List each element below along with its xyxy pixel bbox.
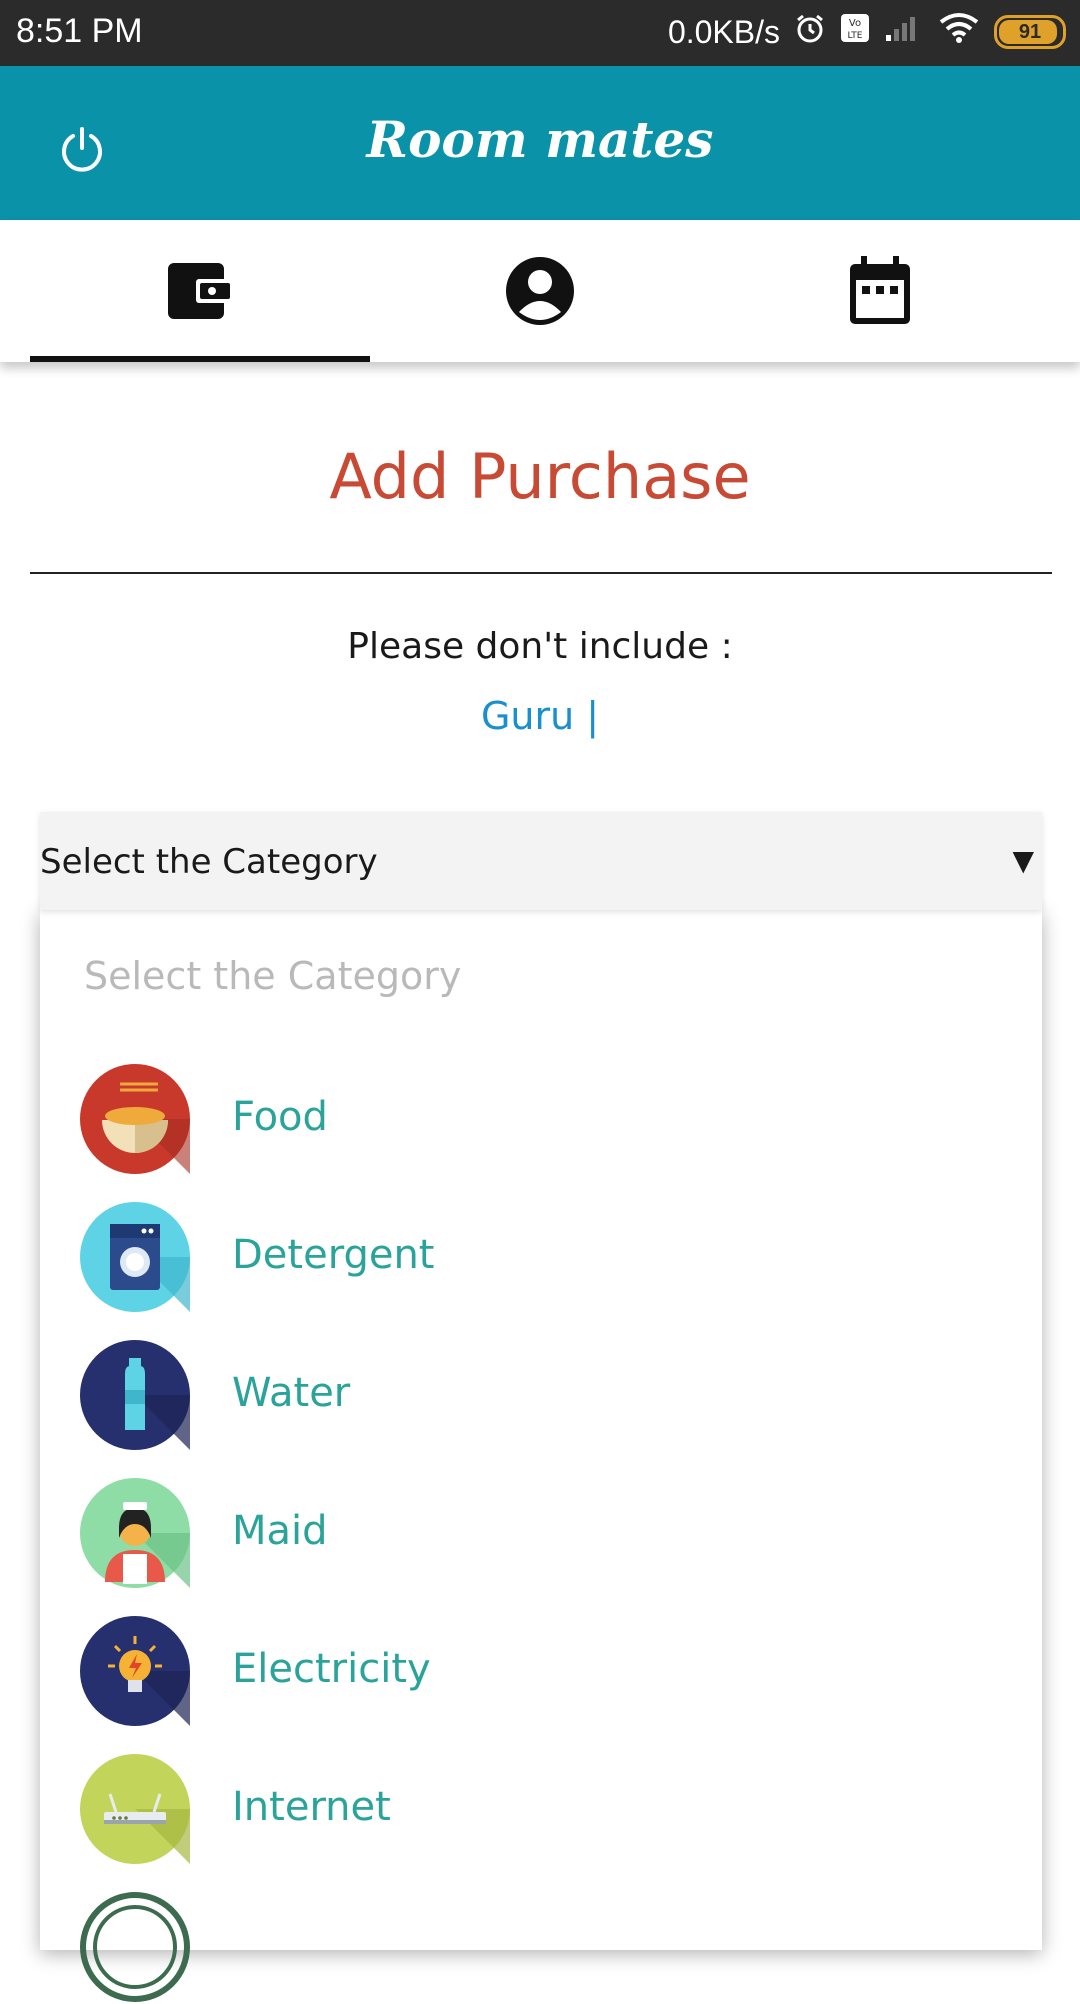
category-option-label: Internet [232,1784,391,1830]
category-option-maid[interactable]: Maid [40,1470,1042,1590]
tab-indicator [30,356,370,362]
category-select[interactable]: Select the Category ▼ [40,812,1042,910]
category-option-internet[interactable]: Internet [40,1746,1042,1866]
dropdown-placeholder[interactable]: Select the Category [84,954,461,998]
category-option-electricity[interactable]: Electricity [40,1608,1042,1728]
tab-calendar[interactable] [710,220,1050,362]
washing-machine-icon [80,1202,190,1312]
light-bulb-icon [80,1616,190,1726]
excluded-members[interactable]: Guru | [0,694,1080,738]
food-bowl-icon [80,1064,190,1174]
category-option-label: Electricity [232,1646,431,1692]
category-option-label: Detergent [232,1232,435,1278]
alarm-icon [794,12,826,52]
app-bar: Room mates [0,66,1080,220]
divider [30,572,1052,574]
battery-level: 91 [1018,20,1042,43]
category-select-value: Select the Category [40,842,378,882]
wifi-icon [938,12,980,52]
category-dropdown: Select the Category Food Detergent Water… [40,910,1042,2002]
router-icon [80,1754,190,1864]
volte-icon: Vo LTE [840,13,870,51]
category-option-water[interactable]: Water [40,1332,1042,1452]
calendar-icon [850,256,910,324]
svg-text:Vo: Vo [849,18,861,29]
category-option-label: Maid [232,1508,328,1554]
chevron-down-icon: ▼ [1012,844,1034,877]
signal-icon [884,13,924,51]
category-option-detergent[interactable]: Detergent [40,1194,1042,1314]
water-bottle-icon [80,1340,190,1450]
battery-icon: 91 [994,15,1066,49]
account-circle-icon [506,257,574,325]
network-speed: 0.0KB/s [667,13,780,50]
tab-wallet[interactable] [30,220,370,362]
status-bar: 8:51 PM 0.0KB/s Vo LTE 91 [0,0,1080,66]
status-time: 8:51 PM [16,12,143,50]
svg-text:LTE: LTE [848,31,863,41]
exclude-note: Please don't include : [347,626,733,667]
tab-bar [0,220,1080,362]
wallet-icon [168,263,232,319]
partial-category-icon [80,1892,190,2002]
status-icons: 0.0KB/s Vo LTE 91 [668,12,1066,52]
category-option-partial[interactable] [40,1884,1042,2004]
maid-icon [80,1478,190,1588]
page-title: Add Purchase [329,440,751,513]
category-option-label: Water [232,1370,351,1416]
app-title: Room mates [366,110,714,169]
category-option-food[interactable]: Food [40,1056,1042,1176]
category-option-label: Food [232,1094,328,1140]
tab-profile[interactable] [370,220,710,362]
